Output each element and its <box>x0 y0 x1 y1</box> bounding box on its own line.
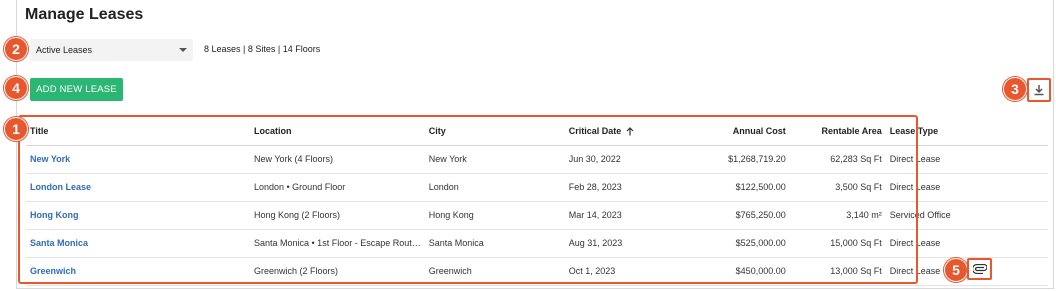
lease-title-link[interactable]: New York <box>30 154 70 164</box>
add-new-lease-button[interactable]: ADD NEW LEASE <box>30 78 123 101</box>
lease-rentable-area: 13,000 Sq Ft <box>789 257 886 286</box>
lease-critical-date: Oct 1, 2023 <box>564 257 671 286</box>
lease-summary: 8 Leases | 8 Sites | 14 Floors <box>204 44 321 54</box>
lease-rentable-area: 62,283 Sq Ft <box>789 145 886 174</box>
lease-city: Santa Monica <box>424 229 565 258</box>
lease-annual-cost: $525,000.00 <box>670 229 790 258</box>
column-header-rentable-area[interactable]: Rentable Area <box>789 117 886 146</box>
lease-annual-cost: $1,268,719.20 <box>670 145 790 174</box>
column-header-title[interactable]: Title <box>26 117 250 146</box>
table-row[interactable]: London Lease London • Ground Floor Londo… <box>26 173 1048 202</box>
lease-city: Hong Kong <box>424 201 565 230</box>
column-header-annual-cost[interactable]: Annual Cost <box>670 117 790 146</box>
paperclip-icon <box>972 264 987 274</box>
lease-critical-date: Mar 14, 2023 <box>564 201 671 230</box>
lease-title-link[interactable]: Santa Monica <box>30 238 88 248</box>
lease-type: Direct Lease <box>885 145 1048 174</box>
lease-type: Direct Lease <box>885 173 1048 202</box>
caret-down-icon <box>179 48 187 52</box>
column-header-location[interactable]: Location <box>250 117 425 146</box>
leases-table: Title Location City Critical Date Annual… <box>26 117 1048 286</box>
lease-annual-cost: $450,000.00 <box>670 257 790 286</box>
lease-location: New York (4 Floors) <box>250 145 425 174</box>
column-header-critical-date[interactable]: Critical Date <box>564 117 671 146</box>
download-icon <box>1034 85 1044 96</box>
lease-city: London <box>424 173 565 202</box>
lease-location: Santa Monica • 1st Floor - Escape Rout… <box>250 229 425 258</box>
lease-location: London • Ground Floor <box>250 173 425 202</box>
column-header-city[interactable]: City <box>424 117 565 146</box>
lease-critical-date: Aug 31, 2023 <box>564 229 671 258</box>
table-row[interactable]: Greenwich Greenwich (2 Floors) Greenwich… <box>26 257 1048 286</box>
lease-type: Serviced Office <box>885 201 1048 230</box>
column-header-critical-date-label: Critical Date <box>568 125 622 136</box>
lease-title-link[interactable]: Greenwich <box>30 266 76 276</box>
callout-badge-5: 5 <box>944 258 968 282</box>
lease-type: Direct Lease <box>885 229 1048 258</box>
lease-location: Hong Kong (2 Floors) <box>250 201 425 230</box>
lease-status-select[interactable]: Active Leases <box>30 39 193 61</box>
lease-rentable-area: 15,000 Sq Ft <box>789 229 886 258</box>
lease-location: Greenwich (2 Floors) <box>250 257 425 286</box>
arrow-up-icon <box>626 126 634 136</box>
lease-critical-date: Jun 30, 2022 <box>564 145 671 174</box>
attach-button[interactable] <box>967 258 992 280</box>
download-button[interactable] <box>1027 78 1051 102</box>
callout-badge-3: 3 <box>1003 77 1027 101</box>
column-header-lease-type[interactable]: Lease Type <box>885 117 1048 146</box>
lease-city: New York <box>424 145 565 174</box>
table-header-row: Title Location City Critical Date Annual… <box>26 117 1048 146</box>
table-row[interactable]: Hong Kong Hong Kong (2 Floors) Hong Kong… <box>26 201 1048 230</box>
lease-annual-cost: $765,250.00 <box>670 201 790 230</box>
table-row[interactable]: Santa Monica Santa Monica • 1st Floor - … <box>26 229 1048 258</box>
table-row[interactable]: New York New York (4 Floors) New York Ju… <box>26 145 1048 174</box>
lease-title-link[interactable]: London Lease <box>30 182 91 192</box>
lease-status-select-value: Active Leases <box>36 45 93 55</box>
lease-critical-date: Feb 28, 2023 <box>564 173 671 202</box>
lease-city: Greenwich <box>424 257 565 286</box>
page-title: Manage Leases <box>25 6 144 23</box>
lease-annual-cost: $122,500.00 <box>670 173 790 202</box>
callout-badge-2: 2 <box>4 37 28 61</box>
callout-badge-4: 4 <box>4 76 28 100</box>
callout-badge-1: 1 <box>4 117 28 141</box>
lease-title-link[interactable]: Hong Kong <box>30 210 79 220</box>
lease-rentable-area: 3,140 m² <box>789 201 886 230</box>
lease-rentable-area: 3,500 Sq Ft <box>789 173 886 202</box>
